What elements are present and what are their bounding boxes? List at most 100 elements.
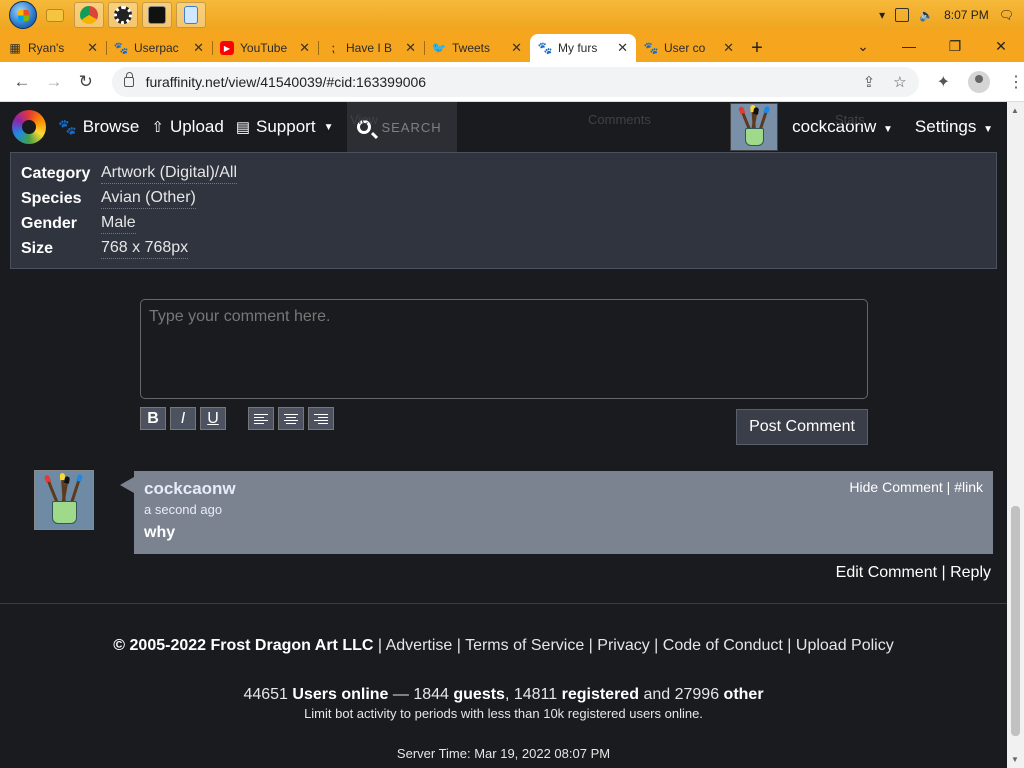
network-icon[interactable] <box>895 8 910 22</box>
tray-chevron-icon[interactable]: ▾ <box>879 8 885 22</box>
menu-icon[interactable]: ⋮ <box>1008 72 1024 92</box>
info-row-size: Size 768 x 768px <box>21 236 986 261</box>
tab-userpage[interactable]: 🐾 Userpac ✕ <box>106 34 212 62</box>
comment-edit-reply: Edit Comment | Reply <box>836 564 991 582</box>
support-menu[interactable]: ▤ Support ▼ <box>236 117 334 137</box>
italic-button[interactable]: I <box>170 407 196 430</box>
windows-logo-icon <box>9 1 37 29</box>
new-tab-button[interactable]: + <box>742 34 772 62</box>
forward-button[interactable]: → <box>38 72 70 92</box>
lock-icon[interactable] <box>123 71 134 87</box>
reload-button[interactable]: ↻ <box>70 72 102 92</box>
site-logo-icon[interactable] <box>12 110 46 144</box>
footer-link-terms[interactable]: Terms of Service <box>465 637 584 654</box>
close-window-button[interactable]: ✕ <box>978 38 1024 55</box>
taskbar-settings-app[interactable] <box>108 2 138 28</box>
other-label: other <box>723 686 764 703</box>
start-button[interactable] <box>0 0 37 30</box>
close-icon[interactable]: ✕ <box>87 40 98 56</box>
reply-link[interactable]: Reply <box>950 564 991 581</box>
share-icon[interactable]: ⇪ <box>863 73 876 91</box>
footer-link-privacy[interactable]: Privacy <box>597 637 649 654</box>
twitter-icon: 🐦 <box>431 41 447 55</box>
paw-icon: 🐾 <box>58 119 77 136</box>
align-right-button[interactable] <box>308 407 334 430</box>
taskbar-notepad[interactable] <box>176 2 206 28</box>
hide-comment-link[interactable]: Hide Comment <box>849 479 942 495</box>
edit-comment-link[interactable]: Edit Comment <box>836 564 937 581</box>
info-value[interactable]: Male <box>101 214 136 234</box>
close-icon[interactable]: ✕ <box>723 40 734 56</box>
clock[interactable]: 8:07 PM <box>944 8 989 22</box>
ghost-comments-tab: Comments <box>588 112 651 127</box>
volume-icon[interactable]: 🔈 <box>919 8 934 22</box>
url-input[interactable]: furaffinity.net/view/41540039/#cid:16339… <box>111 66 919 97</box>
align-center-button[interactable] <box>278 407 304 430</box>
tab-my-furs[interactable]: 🐾 My furs ✕ <box>530 34 636 62</box>
bold-button[interactable]: B <box>140 407 166 430</box>
underline-button[interactable]: U <box>200 407 226 430</box>
profile-icon[interactable] <box>968 70 990 93</box>
comment-textarea[interactable]: Type your comment here. <box>140 299 868 399</box>
tab-tweets[interactable]: 🐦 Tweets ✕ <box>424 34 530 62</box>
align-left-icon <box>254 413 268 424</box>
bot-limit-note: Limit bot activity to periods with less … <box>304 706 703 721</box>
site-icon: ▦ <box>9 41 21 55</box>
browse-label: Browse <box>82 117 140 136</box>
taskbar-chrome[interactable] <box>74 2 104 28</box>
user-avatar[interactable] <box>730 103 779 151</box>
folder-icon <box>46 8 64 22</box>
taskbar-terminal[interactable] <box>142 2 172 28</box>
footer-link-advertise[interactable]: Advertise <box>386 637 453 654</box>
tab-ryans[interactable]: ▦ Ryan's ✕ <box>0 34 106 62</box>
align-right-icon <box>314 413 328 424</box>
back-button[interactable]: ← <box>6 72 38 92</box>
comment-avatar[interactable] <box>34 470 94 530</box>
info-value[interactable]: 768 x 768px <box>101 239 189 259</box>
taskbar-file-explorer[interactable] <box>40 2 70 28</box>
minimize-button[interactable]: — <box>886 38 932 54</box>
upload-link[interactable]: ⇧ Upload <box>151 117 223 137</box>
tab-youtube[interactable]: ▶ YouTube ✕ <box>212 34 318 62</box>
star-icon[interactable]: ☆ <box>893 73 906 91</box>
close-icon[interactable]: ✕ <box>193 40 204 56</box>
extensions-icon[interactable]: ✦ <box>937 72 950 92</box>
site-footer: © 2005-2022 Frost Dragon Art LLC | Adver… <box>0 603 1007 768</box>
info-label: Category <box>21 164 91 182</box>
settings-label: Settings <box>914 117 977 136</box>
info-value[interactable]: Avian (Other) <box>101 189 196 209</box>
upload-label: Upload <box>169 117 224 136</box>
restore-button[interactable]: ❐ <box>932 38 978 55</box>
scroll-down-icon[interactable]: ▼ <box>1011 755 1019 764</box>
terminal-icon <box>148 6 166 24</box>
tab-have-i-been[interactable]: ⁏ Have I B ✕ <box>318 34 424 62</box>
footer-link-conduct[interactable]: Code of Conduct <box>663 637 783 654</box>
scroll-up-icon[interactable]: ▲ <box>1011 106 1019 115</box>
close-icon[interactable]: ✕ <box>511 40 522 56</box>
footer-link-upload-policy[interactable]: Upload Policy <box>796 637 894 654</box>
info-row-species: Species Avian (Other) <box>21 186 986 211</box>
search-box[interactable]: SEARCH <box>347 102 458 152</box>
tab-title: My furs <box>558 41 598 55</box>
settings-menu[interactable]: Settings ▼ <box>915 117 993 137</box>
close-icon[interactable]: ✕ <box>405 40 416 56</box>
separator: | <box>942 479 955 495</box>
tab-user-comments[interactable]: 🐾 User co ✕ <box>636 34 742 62</box>
permalink[interactable]: #link <box>954 479 983 495</box>
upload-icon: ⇧ <box>151 119 164 136</box>
close-icon[interactable]: ✕ <box>617 40 628 56</box>
online-stats: 44651 Users online — 1844 guests, 14811 … <box>243 686 764 703</box>
post-comment-button[interactable]: Post Comment <box>736 409 868 445</box>
dash: — <box>388 686 414 703</box>
tab-title: Userpac <box>134 41 179 55</box>
ghost-stats-tab: Stats <box>835 112 865 127</box>
page-scrollbar[interactable]: ▲ ▼ <box>1007 102 1024 768</box>
scrollbar-thumb[interactable] <box>1011 506 1020 736</box>
tab-search-icon[interactable]: ⌄ <box>840 38 886 55</box>
browse-link[interactable]: 🐾 Browse <box>58 117 139 137</box>
info-value[interactable]: Artwork (Digital)/All <box>101 164 238 184</box>
notifications-icon[interactable]: 🗨 <box>999 8 1014 22</box>
align-left-button[interactable] <box>248 407 274 430</box>
close-icon[interactable]: ✕ <box>299 40 310 56</box>
registered-count: 14811 <box>513 686 558 703</box>
